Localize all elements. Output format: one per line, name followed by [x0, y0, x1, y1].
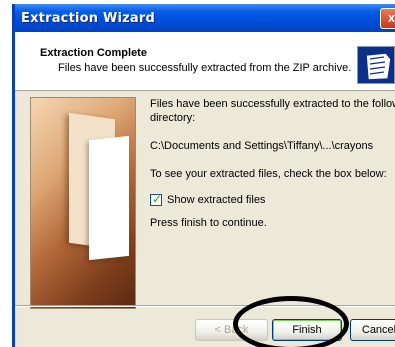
- wizard-header: Extraction Complete Files have been succ…: [15, 32, 395, 91]
- show-files-checkbox[interactable]: [150, 192, 162, 206]
- zip-folder-icon: [357, 46, 395, 84]
- close-button[interactable]: x: [380, 8, 395, 29]
- window-title: Extraction Wizard: [21, 11, 156, 26]
- page-title: Extraction Complete: [40, 47, 147, 59]
- wizard-side-image: [30, 97, 136, 309]
- extraction-wizard-window: Extraction Wizard x Extraction Complete …: [12, 4, 395, 347]
- result-line-1: Files have been successfully extracted t…: [150, 98, 395, 110]
- annotation-circle: [233, 296, 349, 347]
- title-bar[interactable]: Extraction Wizard x: [15, 4, 395, 32]
- show-files-option[interactable]: Show extracted files: [150, 192, 265, 207]
- page-subtitle: Files have been successfully extracted f…: [58, 62, 352, 74]
- result-line-2: directory:: [150, 112, 196, 124]
- instruction-text: To see your extracted files, check the b…: [150, 168, 387, 180]
- finish-hint: Press finish to continue.: [150, 217, 267, 229]
- cancel-button[interactable]: Cancel: [350, 319, 395, 341]
- show-files-label[interactable]: Show extracted files: [167, 193, 265, 207]
- extraction-path: C:\Documents and Settings\Tiffany\...\cr…: [150, 140, 374, 152]
